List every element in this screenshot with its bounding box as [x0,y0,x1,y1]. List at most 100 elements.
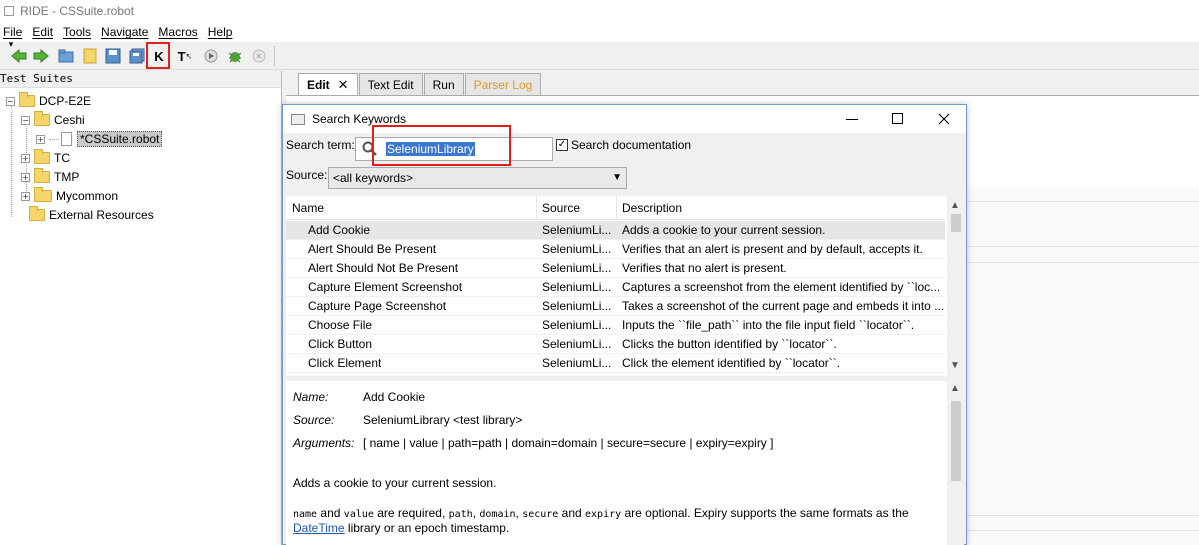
column-name[interactable]: Name [292,201,324,215]
table-row[interactable]: Add Cookie SeleniumLi... Adds a cookie t… [286,221,945,240]
expand-toggle-icon[interactable]: + [36,134,45,144]
test-suites-tree: Test Suites − DCP-E2E − Ceshi + *CSSuite… [0,71,282,545]
back-arrow-icon[interactable] [10,47,28,65]
source-label: Source: [286,168,328,182]
details-scrollbar[interactable]: ▲ [947,381,964,545]
keyword-details: Name: Add Cookie Source: SeleniumLibrary… [286,381,964,545]
editor-divider [966,530,1199,531]
run-icon[interactable] [202,47,220,65]
tree-node-cssuite[interactable]: + *CSSuite.robot [36,130,163,148]
table-row[interactable]: Click Button SeleniumLi... Clicks the bu… [286,335,945,354]
menu-edit[interactable]: Edit [32,25,53,39]
details-source-label: Source: [293,413,335,427]
scroll-up-icon[interactable]: ▲ [950,200,960,211]
editor-divider [966,515,1199,516]
file-icon [61,132,72,146]
folder-icon [34,111,50,126]
tab-parser-log[interactable]: Parser Log [464,73,542,95]
folder-icon [34,187,52,202]
folder-icon [34,149,50,164]
collapse-toggle-icon[interactable]: − [6,96,15,106]
debug-bug-icon[interactable] [226,47,244,65]
scrollbar-thumb[interactable] [951,214,961,232]
menu-tools[interactable]: Tools [63,25,91,39]
tree-node-external-resources[interactable]: External Resources [29,206,154,224]
close-button[interactable] [921,105,967,133]
dialog-icon [291,113,305,125]
menu-navigate[interactable]: Navigate [101,25,148,39]
editor-panel [966,185,1199,545]
table-scrollbar[interactable]: ▲ ▼ [947,196,964,376]
table-row[interactable]: Capture Page Screenshot SeleniumLi... Ta… [286,297,945,316]
highlight-box-k-button [146,42,170,69]
search-term-label: Search term: [286,138,355,152]
table-header: Name Source Description [286,196,945,220]
column-source[interactable]: Source [542,201,580,215]
collapse-toggle-icon[interactable]: − [21,115,30,125]
search-documentation-label[interactable]: Search documentation [571,138,691,152]
menu-bar: File Edit Tools Navigate Macros Help [0,22,1199,42]
save-all-icon[interactable] [128,47,146,65]
source-select[interactable]: <all keywords> ▼ [328,167,627,189]
save-icon[interactable] [104,47,122,65]
details-arguments-label: Arguments: [293,436,355,450]
dialog-title: Search Keywords [312,112,407,126]
stop-icon[interactable] [250,47,268,65]
table-row[interactable]: Choose File SeleniumLi... Inputs the ``f… [286,316,945,335]
table-row[interactable]: Click Element SeleniumLi... Click the el… [286,354,945,373]
table-row[interactable]: Capture Element Screenshot SeleniumLi...… [286,278,945,297]
tab-text-edit[interactable]: Text Edit [358,73,423,95]
details-summary: Adds a cookie to your current session. [293,476,497,490]
table-row[interactable]: Alert Should Be Present SeleniumLi... Ve… [286,240,945,259]
editor-divider [966,262,1199,263]
details-name-label: Name: [293,390,329,404]
table-row[interactable]: Alert Should Not Be Present SeleniumLi..… [286,259,945,278]
highlight-box-search [372,125,511,166]
expand-toggle-icon[interactable]: + [21,153,30,163]
tree-header: Test Suites [0,71,281,88]
chevron-down-icon: ▼ [612,172,622,183]
new-file-icon[interactable] [81,47,99,65]
close-tab-icon[interactable]: ✕ [338,77,349,93]
scroll-up-icon[interactable]: ▲ [950,383,960,394]
tab-run[interactable]: Run [423,73,464,95]
tab-edit[interactable]: Edit ✕ [298,73,358,95]
search-tests-button[interactable]: T ↖ [176,47,194,65]
forward-arrow-icon[interactable] [32,47,50,65]
tree-guide [49,138,59,140]
tree-node-ceshi[interactable]: − Ceshi [21,111,85,129]
search-documentation-checkbox[interactable]: ✓ [556,139,568,151]
search-keywords-dialog: Search Keywords Search term: SeleniumLib… [282,104,967,545]
scroll-down-icon[interactable]: ▼ [950,360,960,371]
column-description[interactable]: Description [622,201,682,215]
folder-icon [19,92,35,107]
details-paragraph: name and value are required, path, domai… [293,506,909,520]
maximize-button[interactable] [875,105,921,133]
app-icon [4,6,14,16]
column-separator[interactable] [616,196,617,220]
menu-macros[interactable]: Macros [158,25,197,39]
tree-node-tmp[interactable]: + TMP [21,168,79,186]
window-title-bar: RIDE - CSSuite.robot [0,0,1199,22]
details-source-value: SeleniumLibrary <test library> [363,413,523,427]
editor-tabs: Edit ✕ Text Edit Run Parser Log [298,73,542,95]
column-separator[interactable] [536,196,537,220]
menu-file[interactable]: File [3,25,22,39]
tree-guide [11,106,12,217]
tree-node-tc[interactable]: + TC [21,149,70,167]
minimize-button[interactable] [829,105,875,133]
tree-node-dcp-e2e[interactable]: − DCP-E2E [6,92,91,110]
tree-node-mycommon[interactable]: + Mycommon [21,187,118,205]
toolbar-separator [274,46,275,66]
scrollbar-thumb[interactable] [951,401,961,481]
keywords-table: Name Source Description Add Cookie Selen… [286,196,964,376]
expand-toggle-icon[interactable]: + [21,191,30,201]
editor-divider [966,246,1199,247]
menu-help[interactable]: Help [208,25,233,39]
details-paragraph-2: DateTime library or an epoch timestamp. [293,521,510,535]
datetime-link[interactable]: DateTime [293,521,345,535]
expand-toggle-icon[interactable]: + [21,172,30,182]
open-folder-icon[interactable] [57,47,75,65]
folder-icon [34,168,50,183]
details-name-value: Add Cookie [363,390,426,404]
